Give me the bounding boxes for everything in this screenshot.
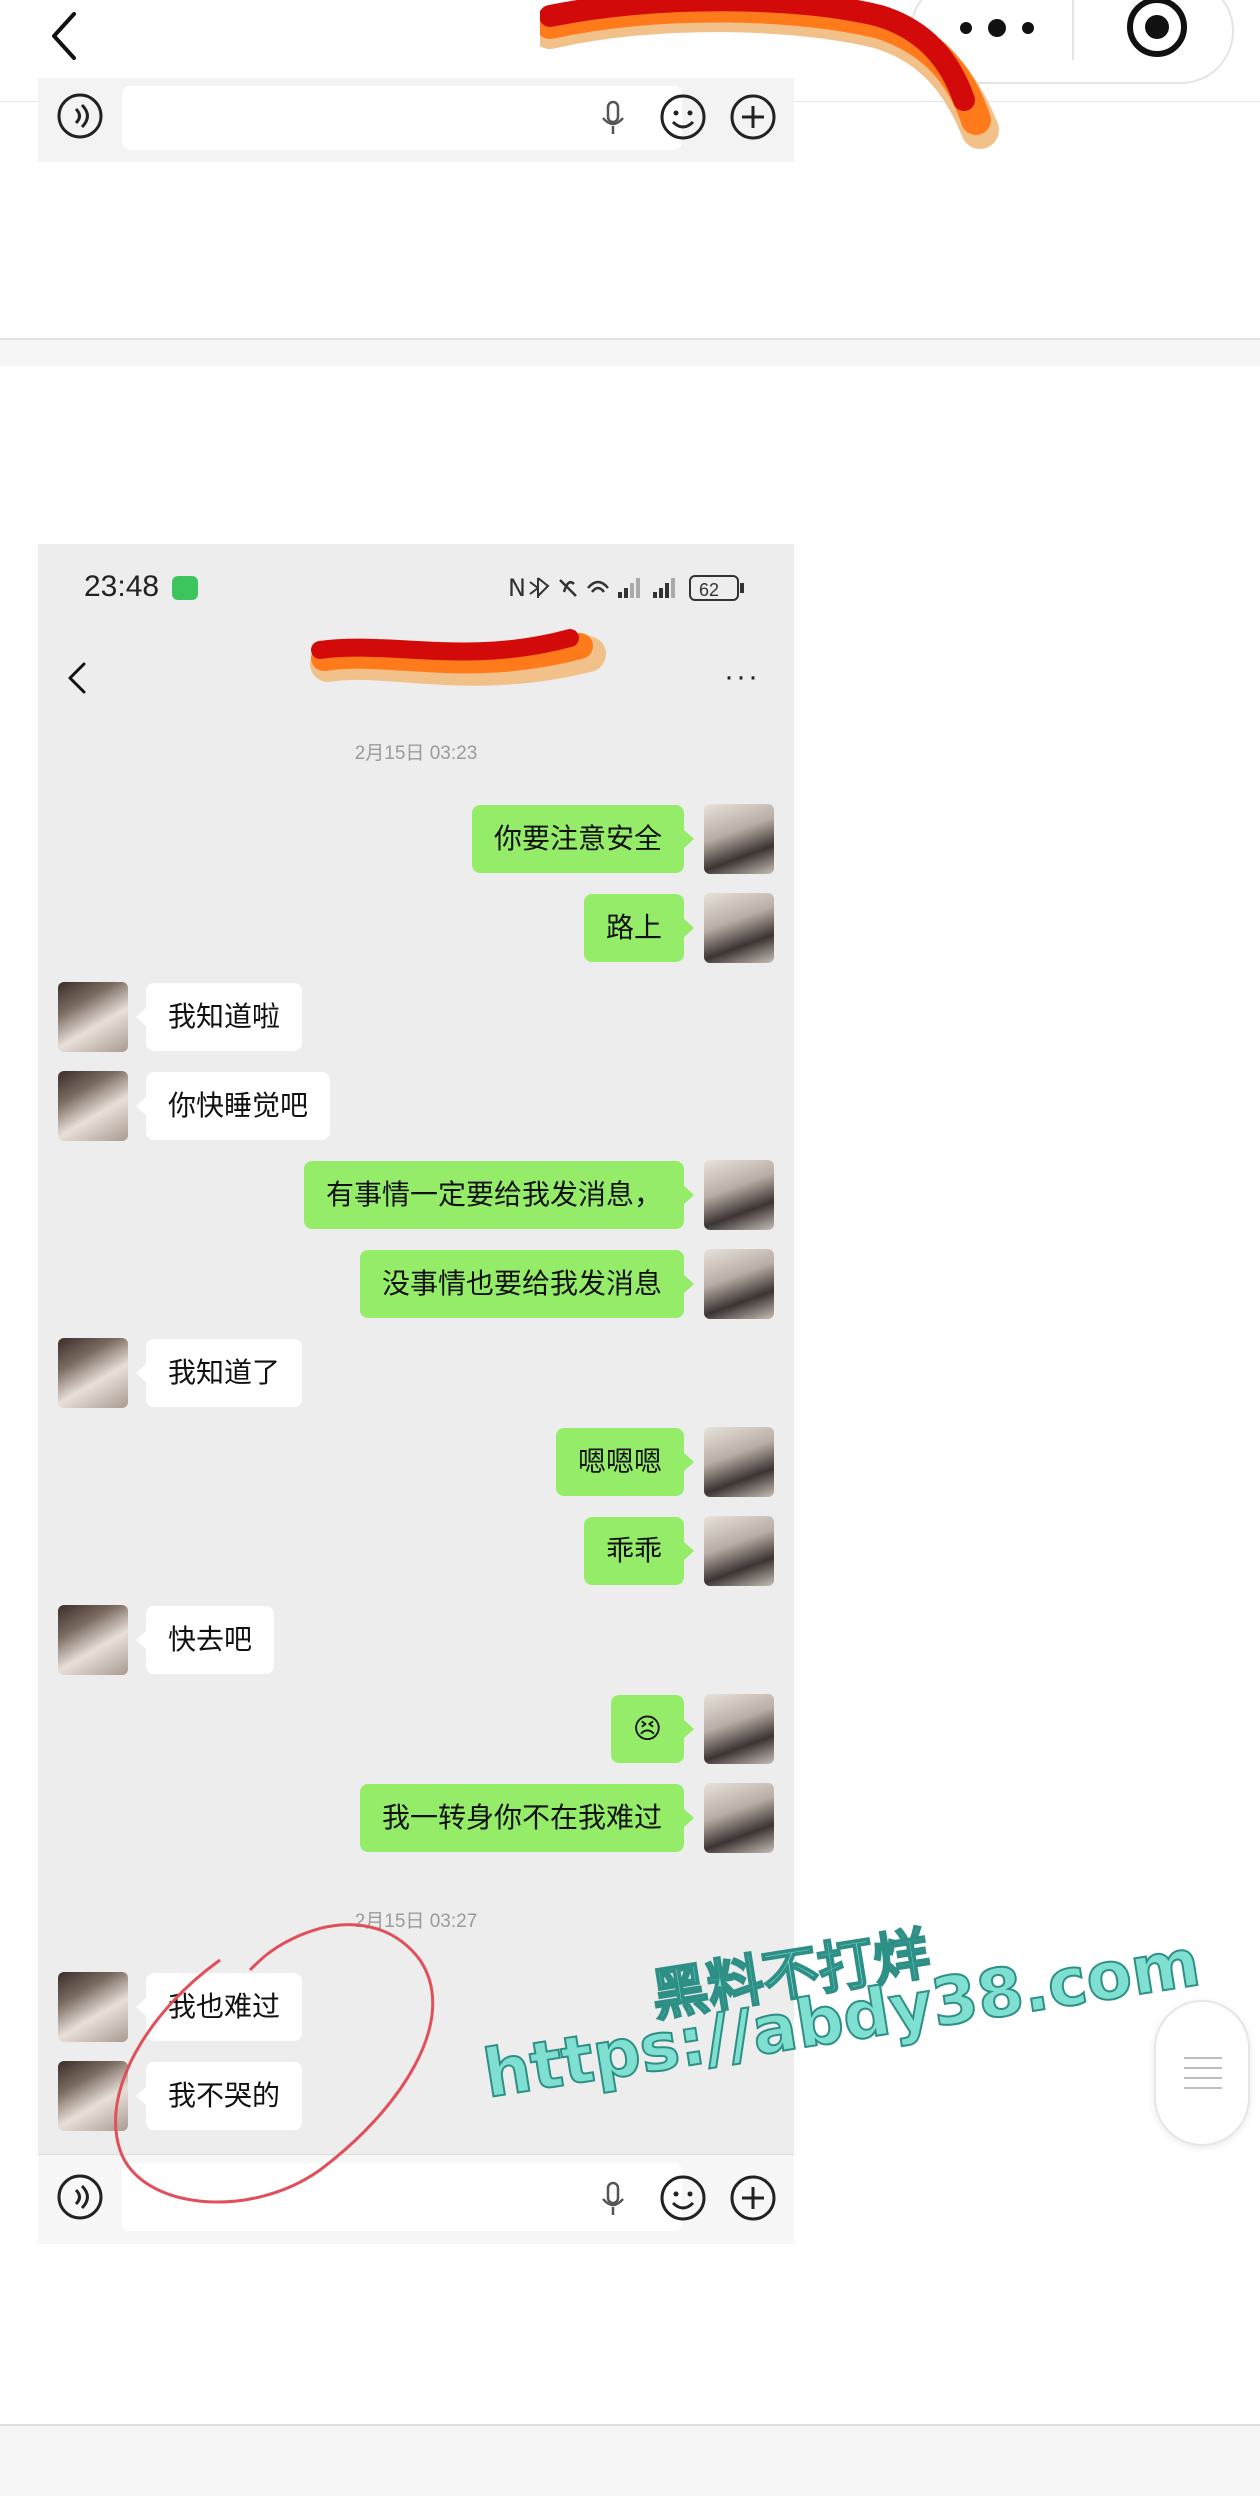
message-bubble-them[interactable]: 快去吧 xyxy=(135,1606,275,1674)
circle-annotation xyxy=(114,1923,435,2204)
chat-more-button[interactable]: ··· xyxy=(724,660,760,694)
close-target-icon[interactable] xyxy=(1122,0,1192,62)
status-icons: N xyxy=(508,574,744,602)
voice-icon xyxy=(57,93,103,139)
message-bubble-me[interactable]: 我一转身你不在我难过 xyxy=(359,1784,695,1852)
mic-icon[interactable] xyxy=(598,2179,628,2219)
my-avatar[interactable] xyxy=(704,1249,774,1319)
my-avatar[interactable] xyxy=(704,804,774,874)
my-avatar[interactable] xyxy=(704,893,774,963)
my-avatar[interactable] xyxy=(704,1160,774,1230)
svg-text:N: N xyxy=(508,574,526,602)
capsule-divider xyxy=(1072,0,1074,60)
redaction-scribble-name xyxy=(310,629,606,686)
my-avatar[interactable] xyxy=(704,1516,774,1586)
message-bubble-me[interactable]: 你要注意安全 xyxy=(471,805,695,873)
message-bubble-me[interactable]: 嗯嗯嗯 xyxy=(555,1428,695,1496)
wechat-notification-icon xyxy=(172,576,198,600)
timestamp: 2月15日 03:23 xyxy=(354,743,478,764)
message-bubble-them[interactable]: 你快睡觉吧 xyxy=(135,1072,331,1140)
plus-icon[interactable] xyxy=(728,2173,778,2223)
contact-avatar[interactable] xyxy=(58,1071,128,1141)
battery-level: 62 xyxy=(699,580,720,600)
message-bubble-me[interactable]: 乖乖 xyxy=(583,1517,695,1585)
floating-side-handle[interactable] xyxy=(1154,2000,1250,2146)
contact-avatar[interactable] xyxy=(58,1338,128,1408)
menu-lines-icon xyxy=(1184,2057,1222,2089)
bottom-separator xyxy=(0,2424,1260,2496)
message-bubble-me[interactable]: 没事情也要给我发消息 xyxy=(359,1250,695,1318)
previous-input-bar xyxy=(38,78,794,162)
my-avatar[interactable] xyxy=(704,1694,774,1764)
message-bubble-me-emoji[interactable]: 😣 xyxy=(610,1695,695,1763)
message-bubble-them[interactable]: 我知道啦 xyxy=(135,983,303,1051)
back-arrow-icon[interactable] xyxy=(38,6,98,66)
contact-avatar[interactable] xyxy=(58,1605,128,1675)
emoji-icon[interactable] xyxy=(658,2173,708,2223)
section-separator xyxy=(0,338,1260,366)
message-bubble-me[interactable]: 有事情一定要给我发消息， xyxy=(303,1161,695,1229)
mic-icon xyxy=(602,100,624,134)
message-bubble-me[interactable]: 路上 xyxy=(583,894,695,962)
emoji-icon xyxy=(660,94,706,140)
my-avatar[interactable] xyxy=(704,1783,774,1853)
contact-avatar[interactable] xyxy=(58,982,128,1052)
status-time: 23:48 xyxy=(84,570,160,603)
chat-back-icon[interactable] xyxy=(62,656,92,700)
plus-icon xyxy=(730,94,776,140)
message-bubble-them[interactable]: 我知道了 xyxy=(135,1339,303,1407)
my-avatar[interactable] xyxy=(704,1427,774,1497)
